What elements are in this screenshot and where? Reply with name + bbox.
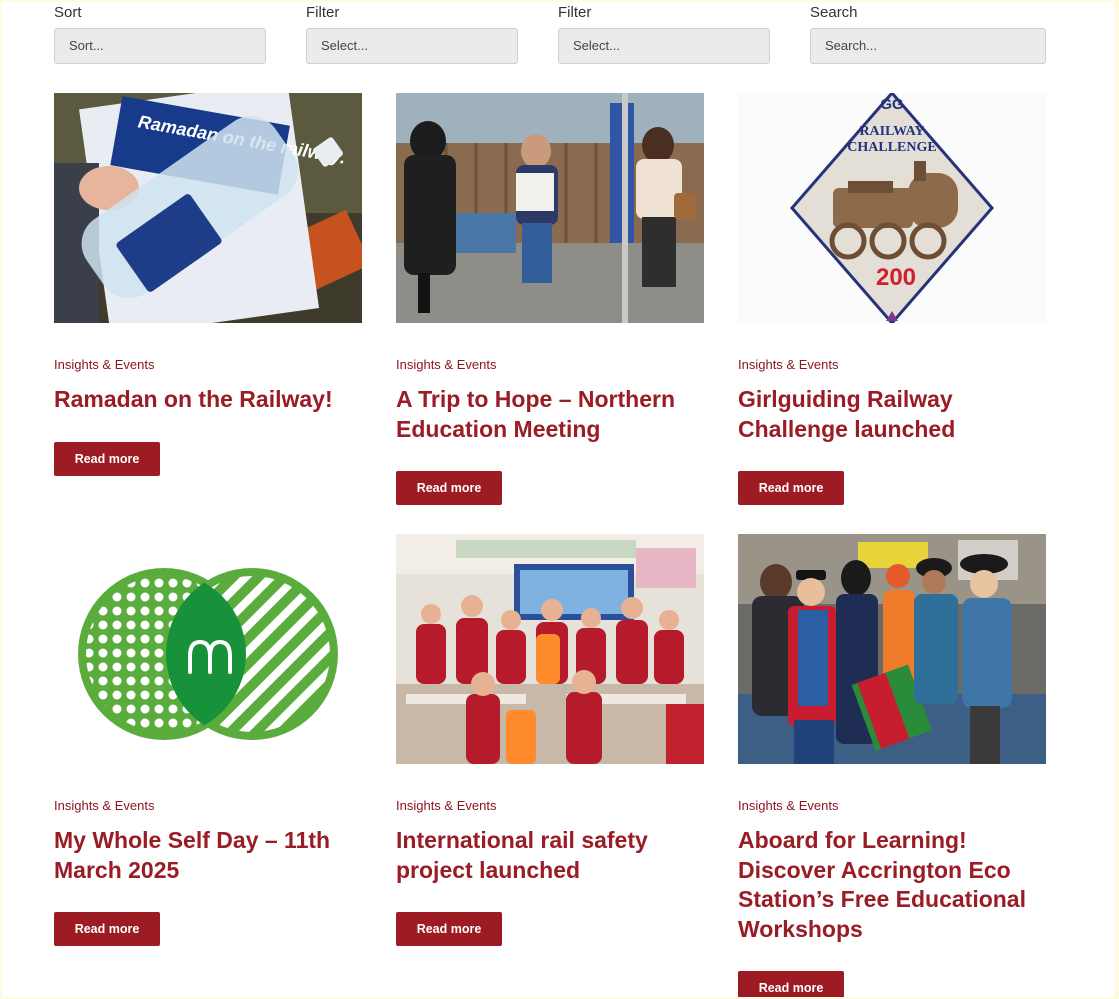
post-category-6[interactable]: Insights & Events	[738, 798, 1046, 816]
read-more-button-6[interactable]: Read more	[738, 971, 844, 997]
search-label: Search	[810, 4, 858, 21]
post-title-2[interactable]: A Trip to Hope – Northern Education Meet…	[396, 385, 704, 444]
post-category-5[interactable]: Insights & Events	[396, 798, 704, 816]
post-card-5: Insights & Events International rail saf…	[396, 534, 704, 946]
read-more-button-2[interactable]: Read more	[396, 471, 502, 505]
post-category-3[interactable]: Insights & Events	[738, 357, 1046, 375]
post-image-1[interactable]: Ramadan on the railway.	[54, 93, 362, 323]
post-category-2[interactable]: Insights & Events	[396, 357, 704, 375]
filter-control-1: Filter Select...	[306, 2, 518, 64]
sort-select[interactable]: Sort...	[54, 28, 266, 64]
post-title-4[interactable]: My Whole Self Day – 11th March 2025	[54, 826, 362, 885]
sort-control: Sort Sort...	[54, 2, 266, 64]
post-card-3: GG RAILWAY CHALLENGE 200 Insights & Even…	[738, 93, 1046, 505]
page-frame: Sort Sort... Filter Select... Filter Sel…	[2, 2, 1114, 997]
read-more-button-1[interactable]: Read more	[54, 441, 160, 476]
post-image-5[interactable]	[396, 534, 704, 764]
post-title-3[interactable]: Girlguiding Railway Challenge launched	[738, 385, 1046, 444]
filter-label-2: Filter	[558, 4, 592, 21]
post-title-5[interactable]: International rail safety project launch…	[396, 826, 704, 885]
post-image-2[interactable]	[396, 93, 704, 323]
filter-select-1[interactable]: Select...	[306, 28, 518, 64]
post-card-1: Ramadan on the railway. Insights & Event…	[54, 93, 362, 476]
read-more-button-4[interactable]: Read more	[54, 912, 160, 946]
filter-select-2[interactable]: Select...	[558, 28, 770, 64]
search-control: Search Search...	[810, 2, 1046, 64]
sort-label: Sort	[54, 4, 82, 21]
read-more-button-5[interactable]: Read more	[396, 912, 502, 946]
post-card-6: Insights & Events Aboard for Learning! D…	[738, 534, 1046, 997]
post-title-1[interactable]: Ramadan on the Railway!	[54, 385, 362, 415]
post-title-6[interactable]: Aboard for Learning! Discover Accrington…	[738, 826, 1046, 944]
post-category-1[interactable]: Insights & Events	[54, 357, 362, 375]
post-card-4: Insights & Events My Whole Self Day – 11…	[54, 534, 362, 946]
post-category-4[interactable]: Insights & Events	[54, 798, 362, 816]
post-image-3[interactable]: GG RAILWAY CHALLENGE 200	[738, 93, 1046, 323]
read-more-button-3[interactable]: Read more	[738, 471, 844, 505]
post-image-6[interactable]	[738, 534, 1046, 764]
search-input[interactable]: Search...	[810, 28, 1046, 64]
post-card-2: Insights & Events A Trip to Hope – North…	[396, 93, 704, 505]
svg-text:GG: GG	[880, 96, 903, 113]
badge-number: 200	[876, 264, 916, 291]
filter-control-2: Filter Select...	[558, 2, 770, 64]
post-image-4[interactable]	[54, 534, 362, 764]
badge-line-1: RAILWAY	[859, 124, 924, 139]
badge-line-2: CHALLENGE	[847, 140, 936, 155]
filter-label-1: Filter	[306, 4, 340, 21]
listing-controls: Sort Sort... Filter Select... Filter Sel…	[54, 2, 1054, 72]
